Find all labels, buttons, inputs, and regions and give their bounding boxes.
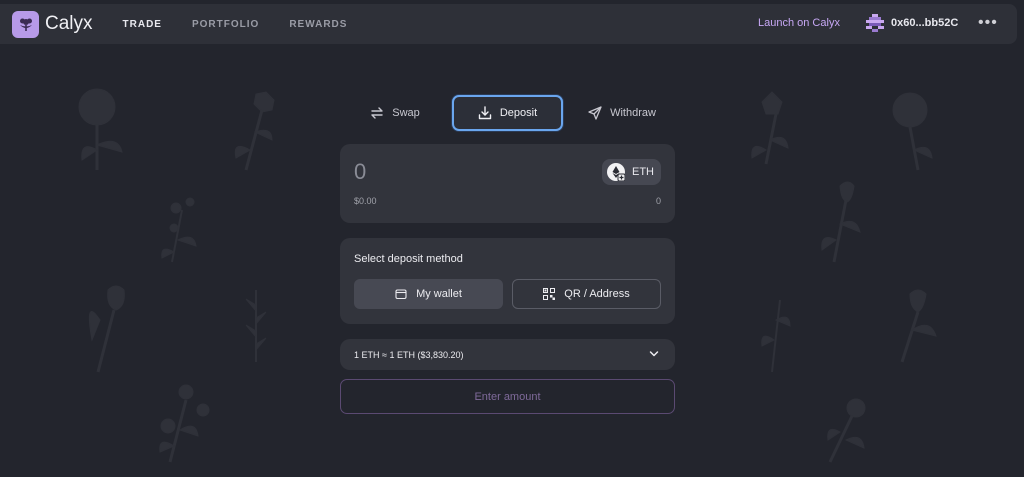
nav-item-rewards[interactable]: REWARDS — [289, 19, 347, 30]
chevron-down-icon — [649, 351, 659, 357]
enter-amount-button[interactable]: Enter amount — [340, 379, 675, 414]
swap-arrows-icon — [371, 107, 383, 119]
tab-deposit[interactable]: Deposit — [452, 95, 563, 131]
download-icon — [478, 106, 492, 120]
more-options-icon[interactable]: ••• — [978, 14, 998, 32]
account-address: 0x60...bb52C — [891, 17, 959, 29]
usd-value: $0.00 — [354, 196, 377, 206]
deposit-method-card: Select deposit method My wallet QR / Add… — [340, 238, 675, 324]
app-name: Calyx — [45, 13, 93, 34]
app-logo[interactable]: Calyx — [12, 10, 93, 38]
tab-swap[interactable]: Swap — [355, 95, 435, 131]
wallet-icon — [395, 289, 407, 300]
tab-withdraw-label: Withdraw — [610, 107, 656, 119]
nav-item-portfolio[interactable]: PORTFOLIO — [192, 19, 259, 30]
flower-logo-icon — [12, 10, 39, 38]
eth-icon — [607, 163, 626, 182]
exchange-rate-dropdown[interactable]: 1 ETH ≈ 1 ETH ($3,830.20) — [340, 339, 675, 370]
qr-address-label: QR / Address — [564, 288, 630, 300]
nav-item-trade[interactable]: TRADE — [123, 19, 162, 30]
account-button[interactable]: 0x60...bb52C — [866, 14, 958, 32]
tab-withdraw[interactable]: Withdraw — [580, 95, 664, 131]
launch-on-calyx-link[interactable]: Launch on Calyx — [758, 17, 840, 29]
qr-code-icon — [543, 288, 556, 300]
send-icon — [588, 106, 602, 120]
trade-tabs: Swap Deposit Withdraw — [355, 95, 670, 131]
tab-swap-label: Swap — [392, 107, 420, 119]
my-wallet-button[interactable]: My wallet — [354, 279, 503, 309]
exchange-rate-text: 1 ETH ≈ 1 ETH ($3,830.20) — [354, 349, 464, 360]
qr-address-button[interactable]: QR / Address — [512, 279, 661, 309]
token-balance: 0 — [655, 196, 661, 206]
token-symbol: ETH — [632, 166, 654, 178]
amount-input-card: 0 ETH $0.00 0 — [340, 144, 675, 223]
amount-input[interactable]: 0 — [354, 159, 366, 185]
token-selector[interactable]: ETH — [602, 159, 661, 185]
my-wallet-label: My wallet — [416, 288, 462, 300]
deposit-method-title: Select deposit method — [354, 253, 463, 265]
pixel-avatar-icon — [866, 14, 884, 32]
main-nav: TRADE PORTFOLIO REWARDS — [123, 19, 378, 30]
top-navigation-bar: Calyx TRADE PORTFOLIO REWARDS Launch on … — [0, 4, 1017, 44]
tab-deposit-label: Deposit — [499, 107, 538, 119]
